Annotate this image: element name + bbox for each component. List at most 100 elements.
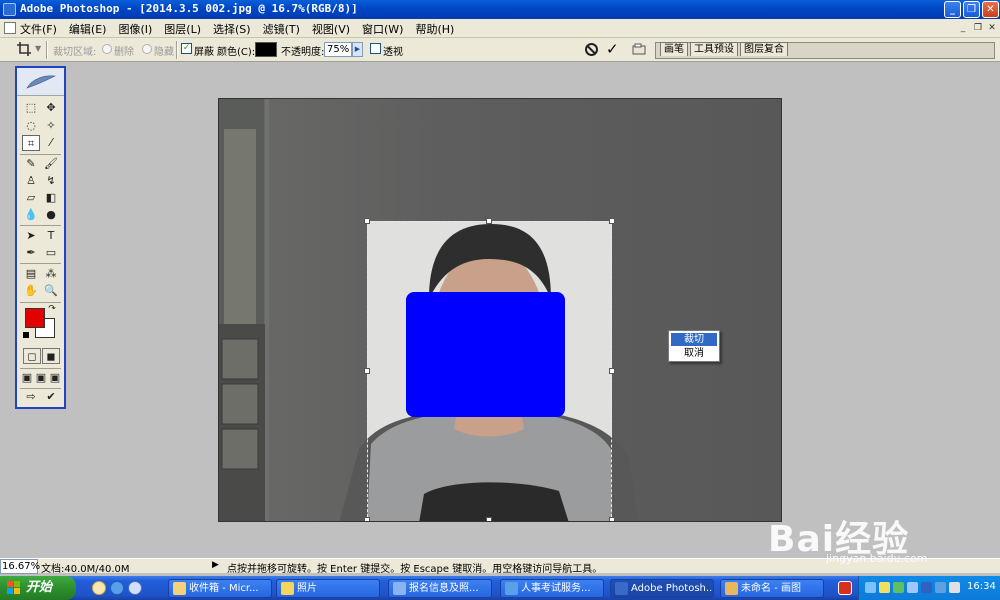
brush-tool-icon[interactable]: 🖌 <box>42 156 60 172</box>
tool-preset-dropdown-icon[interactable]: ▼ <box>35 44 41 53</box>
tab-brushes[interactable]: 画笔 <box>660 42 688 56</box>
commit-crop-icon[interactable]: ✓ <box>606 40 619 58</box>
doc-size-info[interactable]: 文档:40.0M/40.0M <box>41 560 130 575</box>
shield-checkbox[interactable]: ✓ <box>181 43 192 54</box>
magic-wand-tool-icon[interactable]: ✧ <box>42 118 60 134</box>
quicklaunch-mail-icon[interactable] <box>92 581 106 595</box>
crop-icon[interactable]: ⌗ <box>22 135 40 151</box>
quicklaunch-desktop-icon[interactable] <box>128 581 142 595</box>
menu-help[interactable]: 帮助(H) <box>415 21 454 37</box>
standard-mode-icon[interactable]: ◻ <box>23 348 41 364</box>
screen-mode-full-icon[interactable]: ▣ <box>48 370 62 386</box>
zoom-tool-icon[interactable]: 🔍 <box>42 283 60 299</box>
tray-app-icon[interactable] <box>935 582 946 593</box>
crop-handle-bottom-left[interactable] <box>364 517 370 521</box>
doc-minimize-button[interactable]: _ <box>957 22 969 34</box>
dodge-tool-icon[interactable]: ● <box>42 207 60 223</box>
cancel-crop-icon[interactable] <box>585 43 598 56</box>
feather-logo-icon[interactable] <box>25 74 57 90</box>
photoshop-app-icon[interactable] <box>3 3 16 16</box>
tab-tool-presets[interactable]: 工具预设 <box>690 42 738 56</box>
task-photoshop[interactable]: Adobe Photosh... <box>610 579 714 598</box>
close-button[interactable]: ✕ <box>982 1 999 18</box>
quicklaunch-ie-icon[interactable] <box>110 581 124 595</box>
crop-handle-top[interactable] <box>486 218 492 224</box>
path-selection-tool-icon[interactable]: ➤ <box>22 228 40 244</box>
pen-tool-icon[interactable]: ✒ <box>22 245 40 261</box>
crop-tool-preset-icon[interactable] <box>17 42 31 56</box>
menu-window[interactable]: 窗口(W) <box>362 21 403 37</box>
clone-stamp-tool-icon[interactable]: ♙ <box>22 173 40 189</box>
window-title: Adobe Photoshop - [2014.3.5 002.jpg @ 16… <box>20 2 358 15</box>
minimize-button[interactable]: _ <box>944 1 961 18</box>
gradient-tool-icon[interactable]: ◧ <box>42 190 60 206</box>
crop-handle-left[interactable] <box>364 368 370 374</box>
tray-security-icon[interactable] <box>879 582 890 593</box>
marquee-tool-icon[interactable]: ⬚ <box>22 100 40 116</box>
menu-layer[interactable]: 图层(L) <box>164 21 201 37</box>
task-registration[interactable]: 报名信息及照... <box>388 579 492 598</box>
lasso-tool-icon[interactable]: ◌ <box>22 118 40 134</box>
history-brush-tool-icon[interactable]: ↯ <box>42 173 60 189</box>
sogou-input-icon[interactable] <box>838 581 852 595</box>
task-photos[interactable]: 照片 <box>276 579 380 598</box>
tray-shield-icon[interactable] <box>893 582 904 593</box>
swap-colors-icon[interactable]: ↷ <box>47 304 57 314</box>
quick-mask-mode-icon[interactable]: ◼ <box>42 348 60 364</box>
delete-radio[interactable] <box>102 44 112 54</box>
tray-arrow-icon[interactable] <box>865 582 876 593</box>
eraser-tool-icon[interactable]: ▱ <box>22 190 40 206</box>
crop-handle-right[interactable] <box>609 368 615 374</box>
menu-edit[interactable]: 编辑(E) <box>69 21 107 37</box>
menu-image[interactable]: 图像(I) <box>118 21 152 37</box>
context-menu-crop[interactable]: 裁切 <box>671 333 717 346</box>
screen-mode-standard-icon[interactable]: ▣ <box>20 370 34 386</box>
type-tool-icon[interactable]: T <box>42 228 60 244</box>
imageready-check-icon[interactable]: ✔ <box>42 389 60 405</box>
healing-brush-tool-icon[interactable]: ✎ <box>22 156 40 172</box>
tray-volume-icon[interactable] <box>949 582 960 593</box>
hand-tool-icon[interactable]: ✋ <box>22 283 40 299</box>
menu-select[interactable]: 选择(S) <box>213 21 251 37</box>
foreground-color-swatch[interactable] <box>25 308 45 328</box>
opacity-input[interactable]: 75% <box>324 42 352 57</box>
crop-handle-top-right[interactable] <box>609 218 615 224</box>
crop-handle-bottom-right[interactable] <box>609 517 615 521</box>
shape-tool-icon[interactable]: ▭ <box>42 245 60 261</box>
document-icon[interactable] <box>4 22 16 34</box>
file-browser-icon[interactable] <box>632 43 646 55</box>
opacity-slider-arrow-icon[interactable]: ▶ <box>352 42 363 57</box>
task-inbox[interactable]: 收件箱 - Micr... <box>168 579 272 598</box>
start-button[interactable]: 开始 <box>0 576 76 600</box>
crop-handle-top-left[interactable] <box>364 218 370 224</box>
menu-filter[interactable]: 滤镜(T) <box>263 21 300 37</box>
tray-network-icon[interactable] <box>907 582 918 593</box>
toolbox-header[interactable] <box>17 68 64 96</box>
blur-tool-icon[interactable]: 💧 <box>22 207 40 223</box>
notes-tool-icon[interactable]: ▤ <box>22 266 40 282</box>
context-menu-cancel[interactable]: 取消 <box>671 347 717 360</box>
jump-to-imageready-icon[interactable]: ⇨ <box>22 389 40 405</box>
slice-tool-icon[interactable]: ⁄ <box>42 135 60 151</box>
crop-handle-bottom[interactable] <box>486 517 492 521</box>
default-colors-icon[interactable] <box>23 332 29 338</box>
tray-monitor-icon[interactable] <box>921 582 932 593</box>
screen-mode-menu-icon[interactable]: ▣ <box>34 370 48 386</box>
tab-layer-comps[interactable]: 图层复合 <box>740 42 788 56</box>
move-tool-icon[interactable]: ✥ <box>42 100 60 116</box>
doc-restore-button[interactable]: ❐ <box>972 22 984 34</box>
document-canvas[interactable] <box>218 98 782 522</box>
task-paint[interactable]: 未命名 - 画图 <box>720 579 824 598</box>
menu-file[interactable]: 文件(F) <box>20 21 57 37</box>
perspective-checkbox[interactable] <box>370 43 381 54</box>
menu-view[interactable]: 视图(V) <box>312 21 350 37</box>
restore-button[interactable]: ❐ <box>963 1 980 18</box>
hide-radio[interactable] <box>142 44 152 54</box>
task-exam-service[interactable]: 人事考试服务... <box>500 579 604 598</box>
doc-close-button[interactable]: ✕ <box>986 22 998 34</box>
clock[interactable]: 16:34 <box>967 581 996 592</box>
status-menu-arrow-icon[interactable]: ▶ <box>212 560 219 570</box>
zoom-level-input[interactable]: 16.67% <box>0 559 40 574</box>
shield-color-swatch[interactable] <box>255 42 277 57</box>
eyedropper-tool-icon[interactable]: ⁂ <box>42 266 60 282</box>
